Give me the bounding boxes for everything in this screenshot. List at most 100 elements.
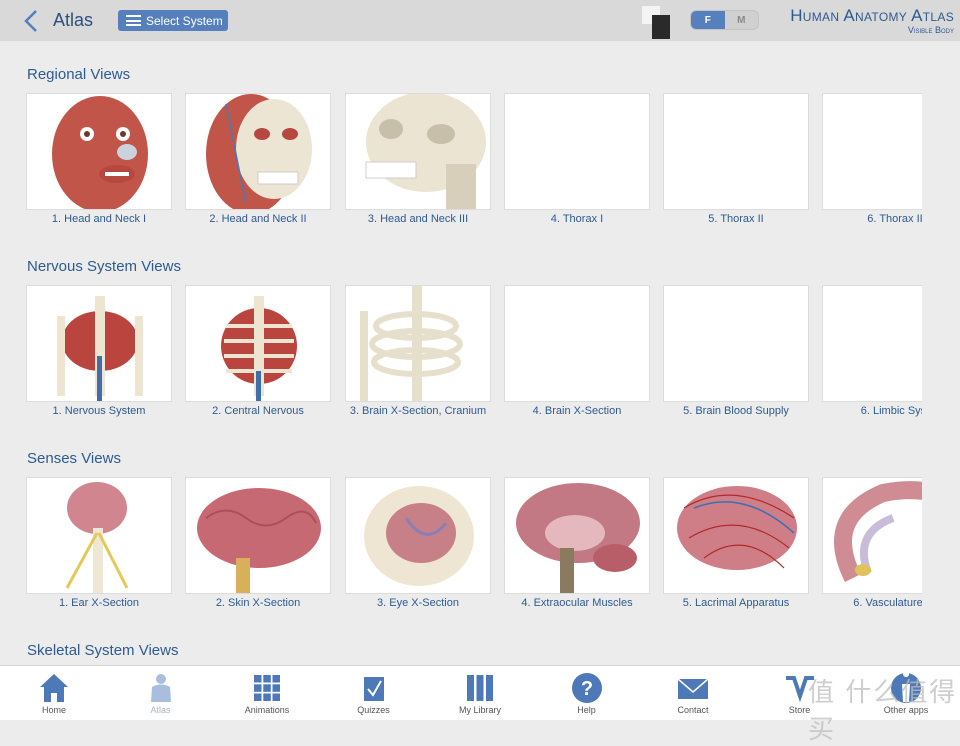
thumbnail-image — [822, 477, 922, 594]
select-system-label: Select System — [146, 13, 223, 28]
section-title-regional: Regional Views — [27, 66, 131, 83]
grid-icon — [251, 672, 283, 704]
regional-views-row[interactable]: 1. Head and Neck I 2. Head and Neck II 3. … — [26, 93, 922, 233]
thumbnail-image — [185, 285, 331, 402]
nervous-views-row[interactable]: 1. Nervous System 2. Central Nervous 3. Br… — [26, 285, 922, 425]
tab-quizzes[interactable]: Quizzes — [334, 666, 414, 721]
tab-label: Home — [41, 705, 66, 715]
thumbnail-card[interactable]: 6. Vasculature, N — [822, 477, 922, 609]
thumbnail-caption: 4. Extraocular Muscles — [521, 597, 633, 609]
male-option[interactable]: M — [725, 11, 759, 29]
books-icon — [464, 672, 496, 704]
tab-my-library[interactable]: My Library — [440, 666, 520, 721]
thumbnail-card[interactable]: 1. Head and Neck I — [26, 93, 172, 225]
thumbnail-card[interactable]: 5. Brain Blood Supply — [663, 285, 809, 417]
thumbnail-card[interactable]: 4. Extraocular Muscles — [504, 477, 650, 609]
thumbnail-card[interactable]: 4. Thorax I — [504, 93, 650, 225]
thumbnail-caption: 5. Lacrimal Apparatus — [682, 597, 790, 609]
tab-label: Help — [577, 705, 596, 715]
thumbnail-caption: 2. Central Nervous — [212, 405, 304, 417]
store-icon — [784, 672, 816, 704]
thumbnail-caption: 6. Limbic Syst — [860, 405, 922, 417]
home-icon — [38, 672, 70, 704]
thumbnail-caption: 1. Head and Neck I — [51, 213, 147, 225]
thumbnail-caption: 4. Thorax I — [550, 213, 604, 225]
svg-text:?: ? — [580, 678, 592, 700]
gender-toggle: F M — [690, 10, 759, 30]
tab-help[interactable]: ? Help — [547, 666, 627, 721]
background-contrast-toggle[interactable] — [642, 6, 670, 39]
atlas-content[interactable]: Regional Views 1. Head and Neck I 2. Head… — [0, 41, 960, 665]
thumbnail-card[interactable]: 6. Limbic Syst — [822, 285, 922, 417]
thumbnail-card[interactable]: 1. Ear X-Section — [26, 477, 172, 609]
thumbnail-caption: 4. Brain X-Section — [532, 405, 622, 417]
thumbnail-caption: 3. Eye X-Section — [377, 597, 459, 609]
thumbnail-card[interactable]: 1. Nervous System — [26, 285, 172, 417]
thumbnail-image — [345, 477, 491, 594]
tab-label: Quizzes — [357, 705, 390, 715]
thumbnail-image — [504, 285, 650, 402]
thumbnail-card[interactable]: 3. Head and Neck III — [345, 93, 491, 225]
thumbnail-image — [185, 93, 331, 210]
section-title-skeletal: Skeletal System Views — [27, 642, 179, 659]
thumbnail-image — [822, 285, 922, 402]
thumbnail-image — [26, 285, 172, 402]
senses-views-row[interactable]: 1. Ear X-Section 2. Skin X-Section 3. Eye … — [26, 477, 922, 617]
bottom-tab-bar: Home Atlas Animations Quizzes My Library? Hel… — [0, 665, 960, 720]
thumbnail-card[interactable]: 6. Thorax II — [822, 93, 922, 225]
thumbnail-caption: 6. Vasculature, N — [853, 597, 922, 609]
brand-subtitle: Visible Body — [907, 25, 954, 35]
thumbnail-caption: 1. Nervous System — [52, 405, 146, 417]
thumbnail-image — [822, 93, 922, 210]
page-title: Atlas — [53, 10, 94, 30]
tab-other-apps[interactable]: Other apps — [866, 666, 946, 721]
thumbnail-caption: 5. Brain Blood Supply — [683, 405, 789, 417]
female-option[interactable]: F — [691, 11, 725, 29]
thumbnail-image — [345, 285, 491, 402]
thumbnail-caption: 3. Brain X-Section, Cranium — [349, 405, 487, 417]
back-chevron-icon[interactable] — [22, 9, 40, 33]
tab-atlas[interactable]: Atlas — [121, 666, 201, 721]
thumbnail-card[interactable]: 2. Head and Neck II — [185, 93, 331, 225]
select-system-button[interactable]: Select System — [118, 10, 228, 31]
thumbnail-image — [185, 477, 331, 594]
thumbnail-image — [504, 477, 650, 594]
thumbnail-image — [26, 477, 172, 594]
section-title-nervous: Nervous System Views — [27, 258, 181, 275]
thumbnail-image — [504, 93, 650, 210]
thumbnail-image — [663, 285, 809, 402]
checkbox-icon — [358, 672, 390, 704]
thumbnail-card[interactable]: 3. Eye X-Section — [345, 477, 491, 609]
tab-label: My Library — [458, 705, 501, 715]
tab-label: Animations — [244, 705, 290, 715]
thumbnail-caption: 2. Skin X-Section — [215, 597, 301, 609]
tab-animations[interactable]: Animations — [227, 666, 307, 721]
person-icon — [145, 672, 177, 704]
thumbnail-card[interactable]: 2. Central Nervous — [185, 285, 331, 417]
tab-home[interactable]: Home — [14, 666, 94, 721]
thumbnail-card[interactable]: 5. Thorax II — [663, 93, 809, 225]
thumbnail-card[interactable]: 3. Brain X-Section, Cranium — [345, 285, 491, 417]
thumbnail-image — [663, 477, 809, 594]
black-square-icon — [652, 15, 670, 39]
thumbnail-caption: 1. Ear X-Section — [58, 597, 140, 609]
tab-label: Contact — [677, 705, 709, 715]
thumbnail-caption: 6. Thorax II — [867, 213, 922, 225]
thumbnail-caption: 5. Thorax II — [708, 213, 764, 225]
thumbnail-caption: 3. Head and Neck III — [367, 213, 469, 225]
tab-label: Store — [788, 705, 811, 715]
envelope-icon — [677, 672, 709, 704]
thumbnail-caption: 2. Head and Neck II — [209, 213, 307, 225]
thumbnail-card[interactable]: 2. Skin X-Section — [185, 477, 331, 609]
tab-store[interactable]: Store — [760, 666, 840, 721]
thumbnail-image — [663, 93, 809, 210]
thumbnail-card[interactable]: 4. Brain X-Section — [504, 285, 650, 417]
tab-contact[interactable]: Contact — [653, 666, 733, 721]
thumbnail-image — [26, 93, 172, 210]
thumbnail-card[interactable]: 5. Lacrimal Apparatus — [663, 477, 809, 609]
section-title-senses: Senses Views — [27, 450, 121, 467]
menu-icon — [126, 15, 141, 26]
thumbnail-image — [345, 93, 491, 210]
question-icon: ? — [571, 672, 603, 704]
brand-logo: Human Anatomy Atlas Visible Body — [790, 6, 954, 35]
